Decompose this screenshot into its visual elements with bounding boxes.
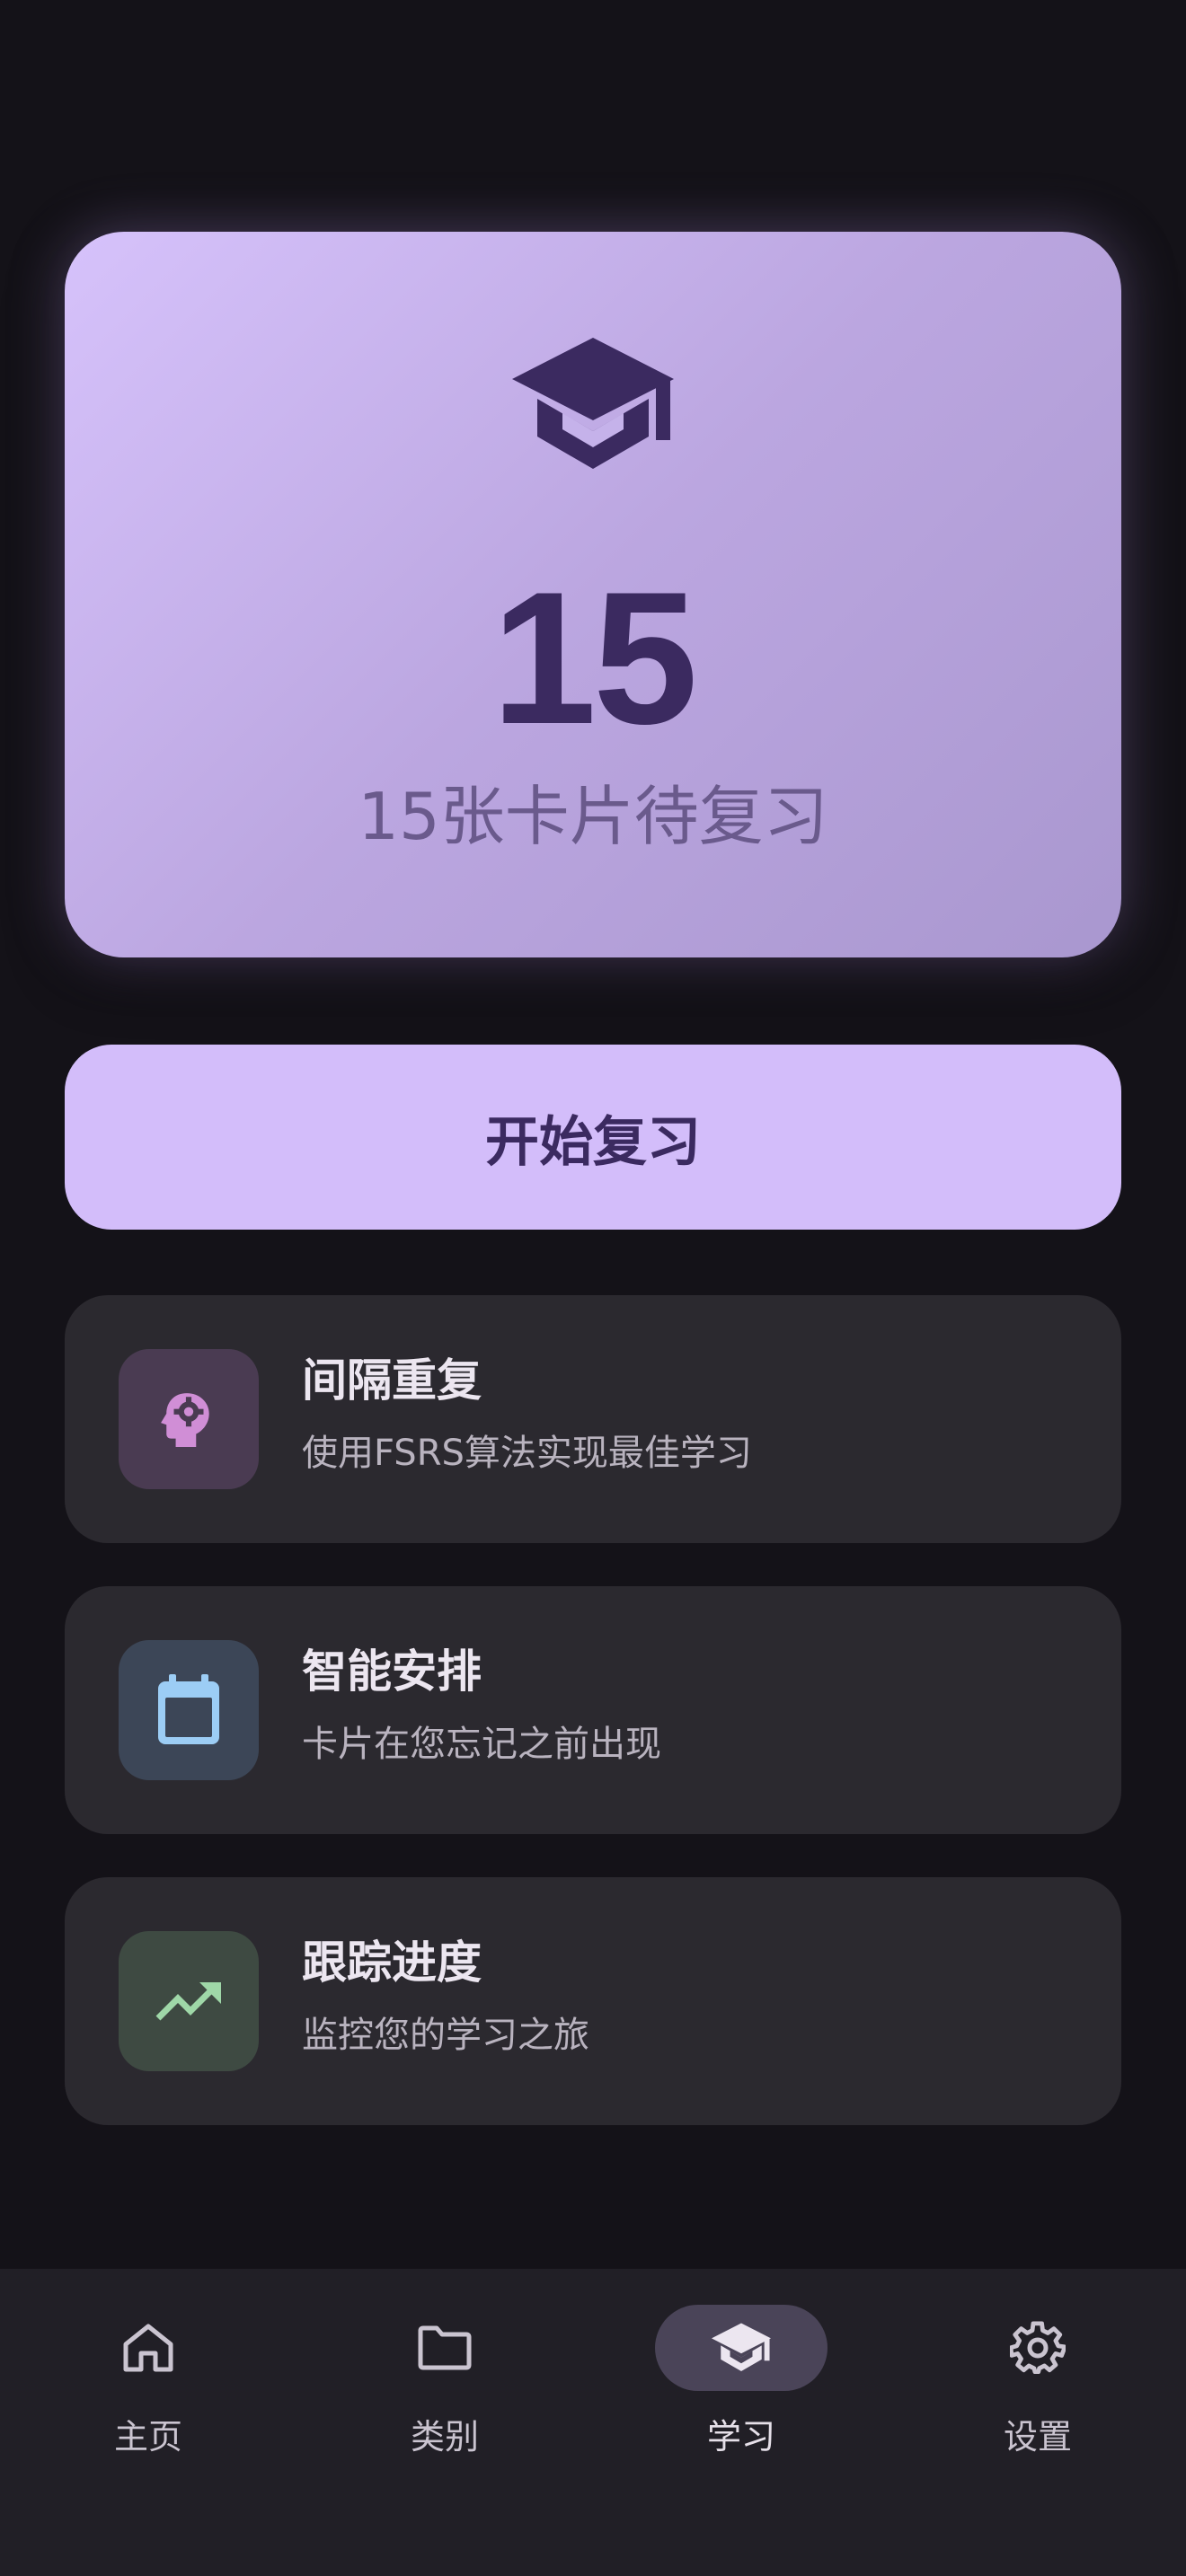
folder-icon <box>418 2325 472 2370</box>
feature-icon-container <box>119 1640 259 1780</box>
feature-icon-container <box>119 1349 259 1489</box>
nav-item-study[interactable]: 学习 <box>593 2305 890 2466</box>
feature-card-spaced-repetition: 间隔重复 使用FSRS算法实现最佳学习 <box>65 1295 1121 1543</box>
bottom-navigation-bar: 主页 类别 学习 设置 <box>0 2269 1186 2576</box>
school-icon <box>712 2323 771 2372</box>
trending-up-icon <box>155 1982 221 2021</box>
nav-label: 设置 <box>1003 2417 1072 2457</box>
feature-description: 监控您的学习之旅 <box>302 2015 589 2056</box>
due-card-count: 15 <box>491 552 698 763</box>
psychology-head-gear-icon <box>161 1393 209 1447</box>
due-card-subtitle: 15张卡片待复习 <box>358 779 828 854</box>
feature-description: 卡片在您忘记之前出现 <box>302 1724 661 1765</box>
review-summary-card: 15 15张卡片待复习 <box>65 232 1121 957</box>
nav-item-settings[interactable]: 设置 <box>890 2305 1186 2466</box>
calendar-icon <box>158 1674 219 1744</box>
nav-icon-container <box>62 2305 235 2391</box>
start-review-button[interactable]: 开始复习 <box>65 1045 1121 1230</box>
feature-card-smart-scheduling: 智能安排 卡片在您忘记之前出现 <box>65 1586 1121 1834</box>
nav-label: 学习 <box>706 2417 775 2457</box>
gear-icon <box>1010 2321 1066 2375</box>
feature-title: 间隔重复 <box>302 1354 482 1407</box>
nav-icon-container <box>358 2305 531 2391</box>
nav-item-home[interactable]: 主页 <box>0 2305 296 2466</box>
nav-label: 主页 <box>113 2417 182 2457</box>
nav-item-categories[interactable]: 类别 <box>296 2305 593 2466</box>
nav-icon-container <box>951 2305 1124 2391</box>
nav-label: 类别 <box>410 2417 479 2457</box>
graduation-cap-icon <box>512 338 674 469</box>
feature-title: 智能安排 <box>302 1645 482 1698</box>
feature-icon-container <box>119 1931 259 2071</box>
home-icon <box>123 2324 173 2372</box>
feature-title: 跟踪进度 <box>302 1936 482 1989</box>
nav-active-indicator <box>655 2305 828 2391</box>
feature-card-track-progress: 跟踪进度 监控您的学习之旅 <box>65 1877 1121 2125</box>
feature-description: 使用FSRS算法实现最佳学习 <box>302 1433 752 1474</box>
